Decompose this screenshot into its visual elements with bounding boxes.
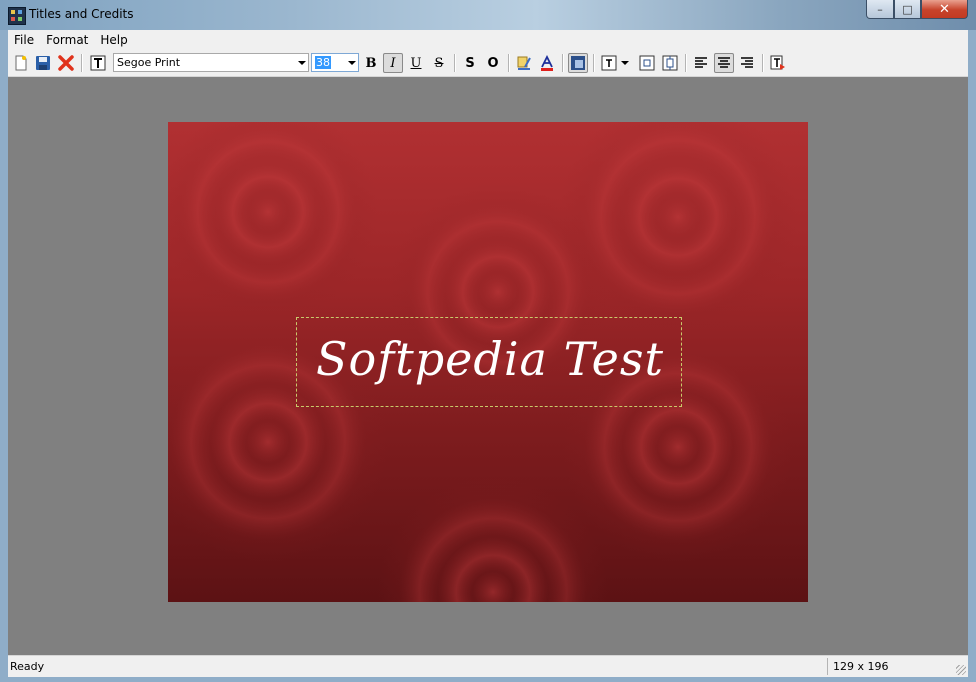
underline-icon: U [410,55,422,71]
strikethrough-icon: S [434,55,444,71]
align-center-icon [718,57,730,68]
align-right-button[interactable] [737,53,757,73]
align-left-button[interactable] [691,53,711,73]
save-button[interactable] [33,53,53,73]
toolbar-separator [454,54,456,72]
outline-icon: O [487,55,499,71]
toolbar-separator [81,54,83,72]
chevron-down-icon[interactable] [348,61,356,65]
center-horizontal-icon [639,55,655,71]
background-icon [571,56,585,70]
toolbar-separator [593,54,595,72]
title-text[interactable]: Softpedia Test [297,332,683,386]
menu-file[interactable]: File [8,30,40,50]
close-icon: ✕ [939,1,950,17]
window-frame-right [968,30,976,682]
resize-grip-icon[interactable] [956,665,966,675]
font-color-button[interactable] [537,53,557,73]
text-frame-dropdown[interactable] [619,53,631,73]
align-left-icon [695,57,707,68]
insert-text-button[interactable] [768,53,788,73]
window-frame-left [0,30,8,682]
font-name-combo[interactable]: Segoe Print [113,53,309,72]
align-right-icon [741,57,753,68]
italic-icon: I [390,55,396,71]
new-button[interactable] [11,53,31,73]
bold-icon: B [365,55,377,71]
status-divider [827,658,828,675]
workspace: Softpedia Test [8,77,968,655]
center-vertical-icon [662,55,678,71]
status-dimensions: 129 x 196 [833,660,889,673]
shadow-icon: S [465,55,475,71]
delete-button[interactable] [56,53,76,73]
delete-icon [58,55,74,71]
minimize-button[interactable]: – [866,0,894,19]
text-tool-icon [90,55,106,71]
close-button[interactable]: ✕ [921,0,968,19]
text-frame-button[interactable] [599,53,619,73]
menu-format[interactable]: Format [40,30,94,50]
strikethrough-button[interactable]: S [429,53,449,73]
shadow-button[interactable]: S [460,53,480,73]
center-vertical-button[interactable] [660,53,680,73]
text-color-icon [517,56,531,70]
title-text-box[interactable]: Softpedia Test [296,317,682,407]
underline-button[interactable]: U [406,53,426,73]
outline-button[interactable]: O [483,53,503,73]
text-frame-icon [601,55,617,71]
maximize-icon: □ [902,2,913,16]
bold-button[interactable]: B [361,53,381,73]
toolbar: Segoe Print 38 B I U S S O [8,50,968,77]
chevron-down-icon [621,61,629,65]
background-button[interactable] [568,53,588,73]
text-tool-button[interactable] [88,53,108,73]
app-window: Titles and Credits – □ ✕ File Format Hel… [0,0,976,682]
chevron-down-icon[interactable] [298,61,306,65]
font-size-value: 38 [315,56,331,69]
text-color-button[interactable] [514,53,534,73]
window-title: Titles and Credits [29,7,134,21]
app-icon [8,7,26,25]
insert-text-icon [770,55,785,70]
toolbar-separator [762,54,764,72]
align-center-button[interactable] [714,53,734,73]
toolbar-separator [562,54,564,72]
font-name-value: Segoe Print [117,56,181,69]
new-document-icon [15,55,27,71]
status-bar: Ready 129 x 196 [8,655,968,677]
menu-bar: File Format Help [8,30,968,50]
maximize-button[interactable]: □ [894,0,921,19]
toolbar-separator [685,54,687,72]
title-bar[interactable]: Titles and Credits – □ ✕ [0,0,976,30]
title-canvas[interactable]: Softpedia Test [168,122,808,602]
font-size-combo[interactable]: 38 [311,53,359,72]
save-icon [36,56,50,70]
font-color-icon [541,55,553,71]
menu-help[interactable]: Help [94,30,133,50]
status-text: Ready [10,660,45,673]
minimize-icon: – [877,2,883,16]
center-horizontal-button[interactable] [637,53,657,73]
italic-button[interactable]: I [383,53,403,73]
toolbar-separator [508,54,510,72]
